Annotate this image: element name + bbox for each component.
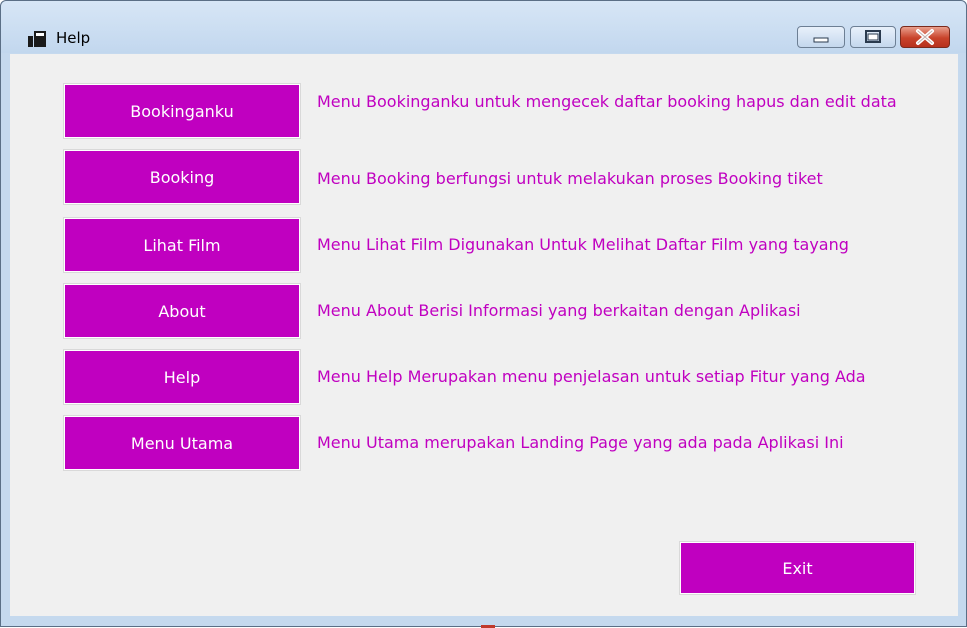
menu-utama-button[interactable]: Menu Utama — [63, 415, 301, 471]
about-description: Menu About Berisi Informasi yang berkait… — [317, 301, 801, 320]
bookinganku-button[interactable]: Bookinganku — [63, 83, 301, 139]
menu-utama-description: Menu Utama merupakan Landing Page yang a… — [317, 433, 844, 452]
bookinganku-description: Menu Bookinganku untuk mengecek daftar b… — [317, 92, 897, 111]
title-bar[interactable]: Help — [1, 1, 966, 53]
client-area: Bookinganku Menu Bookinganku untuk menge… — [10, 54, 958, 616]
booking-button[interactable]: Booking — [63, 149, 301, 205]
app-window-icon — [28, 31, 46, 47]
lihat-film-description: Menu Lihat Film Digunakan Untuk Melihat … — [317, 235, 849, 254]
close-icon — [916, 29, 934, 45]
maximize-icon — [865, 30, 881, 43]
booking-description: Menu Booking berfungsi untuk melakukan p… — [317, 169, 823, 188]
help-description: Menu Help Merupakan menu penjelasan untu… — [317, 367, 866, 386]
minimize-button[interactable] — [797, 26, 845, 48]
about-button[interactable]: About — [63, 283, 301, 339]
close-button[interactable] — [900, 26, 950, 48]
lihat-film-button[interactable]: Lihat Film — [63, 217, 301, 273]
help-window: Help Bookinganku Menu Bookinganku untuk … — [0, 0, 967, 628]
help-button[interactable]: Help — [63, 349, 301, 405]
maximize-button[interactable] — [850, 26, 896, 48]
exit-button[interactable]: Exit — [679, 541, 916, 595]
minimize-icon — [813, 37, 829, 43]
window-title: Help — [56, 29, 91, 47]
